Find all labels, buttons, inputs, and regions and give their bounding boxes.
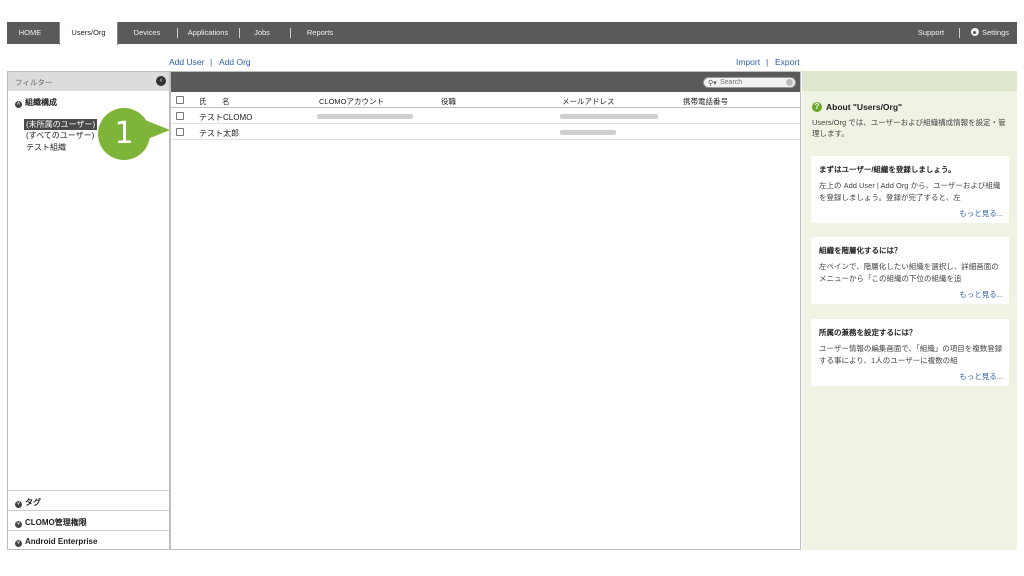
tag-section-title: ˅ タグ (15, 497, 41, 508)
row-checkbox[interactable] (176, 128, 184, 136)
nav-home[interactable]: HOME (7, 22, 53, 44)
col-first-name[interactable]: 名 (222, 96, 230, 107)
top-nav: HOME Users/Org Devices Applications Jobs… (7, 22, 1017, 45)
help-card-title: 組織を階層化するには？ (819, 246, 902, 255)
help-card: 所属の兼務を設定するには？ ユーザー情報の編集画面で、「組織」の項目を複数登録す… (811, 319, 1009, 386)
help-icon: ? (812, 102, 822, 112)
clomo-section-title: ˅ CLOMO管理権限 (15, 517, 87, 528)
table-row[interactable]: テスト太郎 (171, 125, 800, 140)
search-input[interactable] (720, 78, 780, 87)
collapse-left-icon[interactable]: ‹ (156, 76, 166, 86)
row-name: テストCLOMO (199, 113, 253, 122)
gear-icon (970, 28, 979, 36)
help-card-more-link[interactable]: もっと見る... (959, 208, 1003, 219)
filter-header: フィルター ‹ (8, 72, 169, 91)
help-card-more-link[interactable]: もっと見る... (959, 371, 1003, 382)
filter-label: フィルター (15, 78, 53, 87)
nav-users-org[interactable]: Users/Org (59, 22, 118, 45)
help-card: 組織を階層化するには？ 左ペインで、階層化したい組織を選択し、詳細画面のメニュー… (811, 237, 1009, 304)
table-header: 氏 名 CLOMOアカウント 役職 メールアドレス 携帯電話番号 (171, 92, 800, 108)
add-org-link[interactable]: Add Org (219, 57, 251, 67)
help-card-body: 左上の Add User | Add Org から、ユーザーおよび組織を登録しま… (819, 181, 1001, 202)
table-row[interactable]: テストCLOMO (171, 109, 800, 124)
about-title: About "Users/Org" (826, 102, 903, 112)
clomo-section-header[interactable]: ˅ CLOMO管理権限 (8, 510, 169, 530)
table-toolbar: ⚲▾ (171, 72, 800, 92)
android-section-title: ˅ Android Enterprise (15, 537, 97, 547)
row-checkbox[interactable] (176, 112, 184, 120)
about-description: Users/Org では、ユーザーおよび組織構成情報を設定・管理します。 (812, 118, 1006, 138)
link-separator: | (766, 57, 769, 67)
add-user-link[interactable]: Add User (169, 57, 204, 67)
user-table-panel: ⚲▾ 氏 名 CLOMOアカウント 役職 メールアドレス 携帯電話番号 テストC… (170, 71, 801, 550)
search-box[interactable]: ⚲▾ (703, 77, 796, 88)
tag-section-label: タグ (25, 498, 41, 507)
settings-label: Settings (981, 28, 1010, 37)
nav-reports[interactable]: Reports (299, 22, 341, 44)
blurred-email (560, 130, 616, 135)
android-section-label: Android Enterprise (25, 537, 98, 546)
help-card-body: ユーザー情報の編集画面で、「組織」の項目を複数登録する事により、1人のユーザーに… (819, 344, 1003, 365)
tree-item-all-users[interactable]: (すべてのユーザー) (26, 130, 94, 141)
clear-search-icon[interactable] (786, 79, 793, 86)
chevron-down-icon: ˅ (15, 540, 22, 547)
chevron-down-icon: ˅ (15, 501, 22, 508)
help-card-body: 左ペインで、階層化したい組織を選択し、詳細画面のメニューから「この組織の下位の組… (819, 262, 999, 283)
nav-jobs[interactable]: Jobs (245, 22, 279, 44)
col-mobile[interactable]: 携帯電話番号 (683, 96, 728, 107)
nav-settings[interactable]: Settings (964, 22, 1016, 44)
import-link[interactable]: Import (736, 57, 760, 67)
nav-divider (290, 28, 291, 38)
help-panel: ? About "Users/Org" Users/Org では、ユーザーおよび… (802, 71, 1017, 550)
link-separator: | (210, 57, 213, 67)
nav-divider (239, 28, 240, 38)
tag-section-header[interactable]: ˅ タグ (8, 490, 169, 510)
tree-item-unassigned[interactable]: (未所属のユーザー) (24, 119, 98, 130)
col-email[interactable]: メールアドレス (562, 96, 615, 107)
tree-item-test-org[interactable]: テスト組織 (26, 142, 66, 153)
blurred-account (317, 114, 413, 119)
org-section-header[interactable]: ˄ 組織構成 (15, 97, 57, 108)
nav-applications[interactable]: Applications (181, 22, 235, 44)
blurred-email (560, 114, 658, 119)
col-title[interactable]: 役職 (441, 96, 456, 107)
clomo-section-label: CLOMO管理権限 (25, 518, 87, 527)
col-last-name[interactable]: 氏 (199, 96, 207, 107)
chevron-down-icon: ˅ (15, 521, 22, 528)
nav-divider (959, 28, 960, 38)
search-icon: ⚲▾ (708, 80, 717, 87)
help-card: まずはユーザー/組織を登録しましょう。 左上の Add User | Add O… (811, 156, 1009, 223)
org-section-label: 組織構成 (25, 98, 57, 107)
row-name: テスト太郎 (199, 129, 239, 138)
help-panel-header (802, 71, 1017, 91)
nav-support[interactable]: Support (909, 22, 953, 44)
nav-divider (177, 28, 178, 38)
export-link[interactable]: Export (775, 57, 800, 67)
col-clomo-account[interactable]: CLOMOアカウント (319, 96, 384, 107)
help-card-more-link[interactable]: もっと見る... (959, 289, 1003, 300)
select-all-checkbox[interactable] (176, 96, 184, 104)
callout-number: 1 (114, 116, 134, 151)
nav-devices[interactable]: Devices (123, 22, 171, 44)
android-section-header[interactable]: ˅ Android Enterprise (8, 530, 169, 550)
chevron-up-icon: ˄ (15, 101, 22, 108)
help-card-title: まずはユーザー/組織を登録しましょう。 (819, 165, 956, 174)
help-card-title: 所属の兼務を設定するには？ (819, 328, 917, 337)
